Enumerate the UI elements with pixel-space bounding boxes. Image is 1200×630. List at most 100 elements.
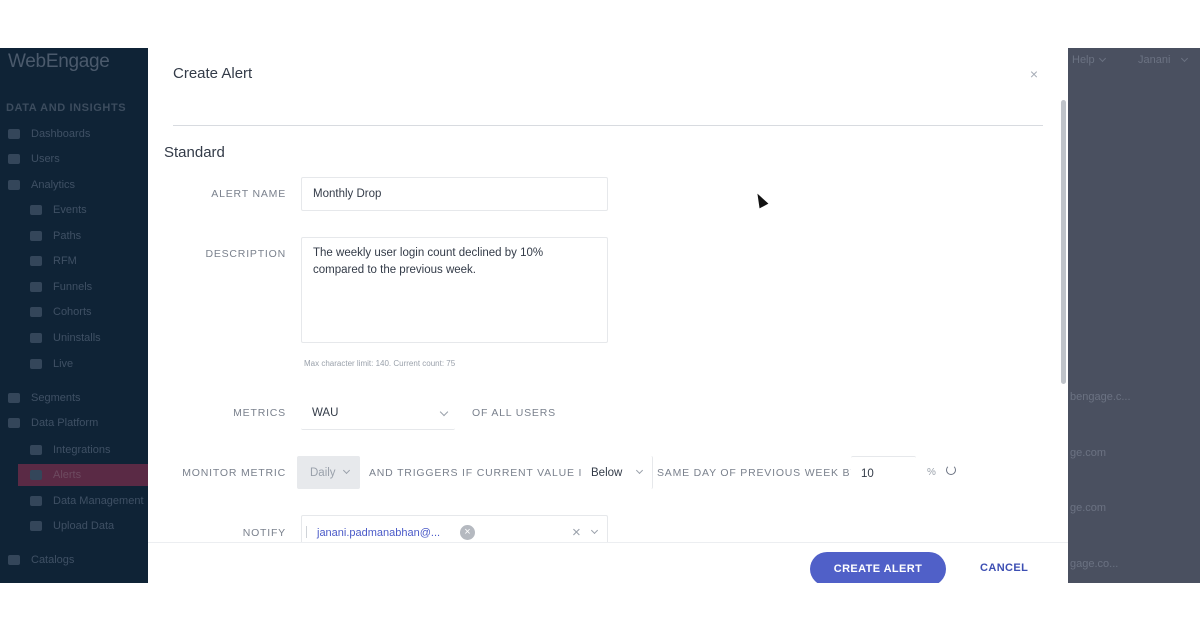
sidebar-item-catalogs[interactable]: Catalogs <box>0 549 148 571</box>
chevron-down-icon <box>590 526 599 535</box>
cancel-button[interactable]: CANCEL <box>980 562 1028 574</box>
sidebar-item-integrations[interactable]: Integrations <box>0 439 148 461</box>
sidebar-item-paths[interactable]: Paths <box>0 225 148 247</box>
catalog-icon <box>8 555 20 565</box>
user-menu[interactable]: Janani <box>1138 54 1170 66</box>
star-icon <box>30 205 42 215</box>
scrollbar-thumb[interactable] <box>1061 100 1066 384</box>
description-textarea[interactable]: The weekly user login count declined by … <box>301 237 608 343</box>
alerts-icon <box>30 470 42 480</box>
trigger-text: AND TRIGGERS IF CURRENT VALUE IS <box>369 467 591 479</box>
sidebar-item-analytics[interactable]: Analytics <box>0 174 148 196</box>
sidebar-item-label: RFM <box>53 255 77 267</box>
sidebar-item-label: Segments <box>31 392 81 404</box>
funnel-icon <box>30 282 42 292</box>
direction-value: Below <box>591 467 623 479</box>
metrics-select[interactable]: WAU <box>301 397 455 430</box>
grid-icon <box>30 256 42 266</box>
sidebar-item-upload-data[interactable]: Upload Data <box>0 515 148 537</box>
sidebar-item-events[interactable]: Events <box>0 199 148 221</box>
cohort-icon <box>30 307 42 317</box>
alert-name-input[interactable]: Monthly Drop <box>301 177 608 211</box>
sidebar-section-title: DATA AND INSIGHTS <box>6 102 127 114</box>
sidebar-item-label: Cohorts <box>53 306 92 318</box>
sidebar: WebEngage DATA AND INSIGHTS Dashboards U… <box>0 48 148 583</box>
sidebar-item-label: Alerts <box>53 469 82 481</box>
analytics-icon <box>8 180 20 190</box>
sidebar-item-alerts[interactable]: Alerts <box>18 464 148 486</box>
sidebar-item-funnels[interactable]: Funnels <box>0 276 148 298</box>
description-value: The weekly user login count declined by … <box>313 247 544 276</box>
sidebar-item-label: Integrations <box>53 444 111 456</box>
chip-remove-icon[interactable]: × <box>460 525 475 540</box>
threshold-value: 10 <box>861 468 874 480</box>
data-management-icon <box>30 496 42 506</box>
sidebar-item-label: Data Platform <box>31 417 99 429</box>
frequency-select[interactable]: Daily <box>297 456 360 489</box>
integrations-icon <box>30 445 42 455</box>
background-email: ge.com <box>1070 502 1107 514</box>
metrics-label: METRICS <box>233 407 286 419</box>
sidebar-item-label: Upload Data <box>53 520 115 532</box>
sidebar-item-label: Analytics <box>31 179 76 191</box>
monitor-metric-label: MONITOR METRIC <box>182 467 286 479</box>
sidebar-item-data-platform[interactable]: Data Platform <box>0 412 148 434</box>
logo: WebEngage <box>8 51 110 72</box>
create-alert-button[interactable]: CREATE ALERT <box>810 552 946 583</box>
alert-name-value: Monthly Drop <box>313 188 382 200</box>
bar-chart-icon <box>30 231 42 241</box>
direction-select[interactable]: Below <box>581 456 653 489</box>
section-title: Standard <box>164 144 225 161</box>
sidebar-item-label: Paths <box>53 230 82 242</box>
help-menu[interactable]: Help <box>1072 54 1095 66</box>
description-label: DESCRIPTION <box>205 248 286 260</box>
chevron-down-icon <box>1180 54 1189 63</box>
sidebar-item-label: Users <box>31 153 60 165</box>
sidebar-item-dashboards[interactable]: Dashboards <box>0 123 148 145</box>
frequency-value: Daily <box>310 467 336 479</box>
modal-footer: CREATE ALERT CANCEL <box>148 542 1068 583</box>
sidebar-item-label: Events <box>53 204 87 216</box>
metrics-value: WAU <box>312 407 339 419</box>
uninstall-icon <box>30 333 42 343</box>
modal-title: Create Alert <box>173 65 253 82</box>
divider <box>173 125 1043 126</box>
metrics-suffix: OF ALL USERS <box>472 407 556 419</box>
sidebar-item-uninstalls[interactable]: Uninstalls <box>0 327 148 349</box>
sidebar-item-users[interactable]: Users <box>0 148 148 170</box>
segments-icon <box>8 393 20 403</box>
screen: WebEngage DATA AND INSIGHTS Dashboards U… <box>0 0 1200 630</box>
refresh-icon[interactable] <box>946 465 956 475</box>
sidebar-item-label: Uninstalls <box>53 332 101 344</box>
sidebar-item-label: Dashboards <box>31 128 91 140</box>
data-platform-icon <box>8 418 20 428</box>
live-icon <box>30 359 42 369</box>
upload-icon <box>30 521 42 531</box>
compare-text: SAME DAY OF PREVIOUS WEEK BY <box>657 467 859 479</box>
dashboard-icon <box>8 129 20 139</box>
percent-unit: % <box>927 467 936 478</box>
sidebar-item-label: Data Management <box>53 495 144 507</box>
clear-all-icon[interactable]: × <box>572 524 581 541</box>
chevron-down-icon <box>1098 54 1107 63</box>
sidebar-item-data-management[interactable]: Data Management <box>0 490 148 512</box>
threshold-input[interactable]: 10 <box>851 456 916 489</box>
close-icon[interactable]: × <box>1030 66 1038 82</box>
alert-name-label: ALERT NAME <box>211 188 286 200</box>
background-email: bengage.c... <box>1070 391 1131 403</box>
sidebar-item-label: Live <box>53 358 74 370</box>
sidebar-item-label: Catalogs <box>31 554 75 566</box>
background-email: gage.co... <box>1070 558 1119 570</box>
notify-label: NOTIFY <box>242 527 286 539</box>
recipient-chip: janani.padmanabhan@... <box>317 527 441 539</box>
sidebar-item-cohorts[interactable]: Cohorts <box>0 301 148 323</box>
create-alert-modal: Create Alert × Standard ALERT NAME Month… <box>148 48 1068 583</box>
sidebar-item-rfm[interactable]: RFM <box>0 250 148 272</box>
sidebar-item-segments[interactable]: Segments <box>0 387 148 409</box>
background-email: ge.com <box>1070 447 1107 459</box>
sidebar-item-label: Funnels <box>53 281 93 293</box>
character-count-hint: Max character limit: 140. Current count:… <box>304 359 456 368</box>
top-bar: Help Janani <box>1068 48 1200 76</box>
sidebar-item-live[interactable]: Live <box>0 353 148 375</box>
text-caret <box>306 526 307 538</box>
